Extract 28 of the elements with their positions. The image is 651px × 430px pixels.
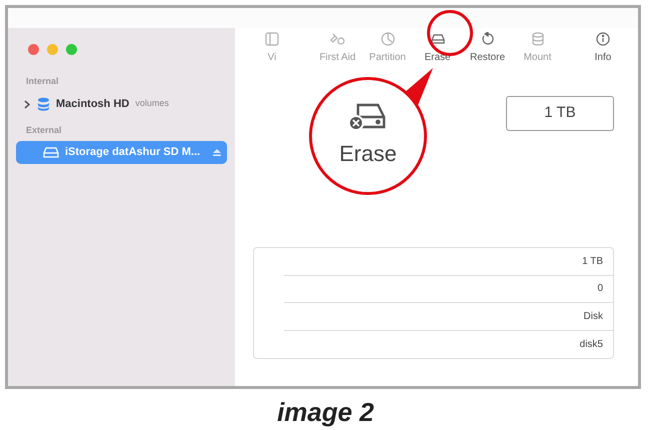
eject-icon[interactable]	[213, 149, 221, 156]
restore-icon	[480, 32, 496, 46]
toolbar-button[interactable]: Restore	[462, 32, 512, 65]
toolbar-button[interactable]: Erase	[412, 32, 462, 65]
chevron-icon[interactable]	[24, 100, 31, 108]
section-heading: Internal	[25, 75, 60, 88]
table-cell-text: disk5	[578, 338, 604, 352]
toolbar-button[interactable]: Info	[578, 32, 628, 65]
info-icon	[595, 32, 611, 46]
sidebar-icon	[264, 32, 280, 46]
capacity-box: 1 TB	[506, 96, 614, 131]
layers-icon	[37, 97, 50, 111]
stethoscope-icon	[330, 32, 346, 46]
table-cell: Disk	[284, 303, 613, 330]
window-control-icon[interactable]	[66, 44, 77, 55]
drive-icon	[43, 147, 59, 158]
table-cell: 0	[284, 276, 613, 303]
sidebar-item[interactable]: Macintosh HD volumes	[16, 92, 227, 116]
window-control-icon[interactable]	[47, 44, 58, 55]
section-heading: External	[25, 124, 63, 136]
erase-drive-icon	[348, 102, 388, 130]
sidebar-item[interactable]: iStorage datAshur SD M...	[16, 141, 227, 164]
drive-icon	[430, 32, 446, 46]
disk-stack-icon	[530, 32, 546, 46]
pie-icon	[380, 32, 396, 46]
window-control-icon[interactable]	[28, 44, 39, 55]
image-caption: image 2	[276, 396, 375, 429]
table-cell: 1 TB	[284, 248, 613, 276]
